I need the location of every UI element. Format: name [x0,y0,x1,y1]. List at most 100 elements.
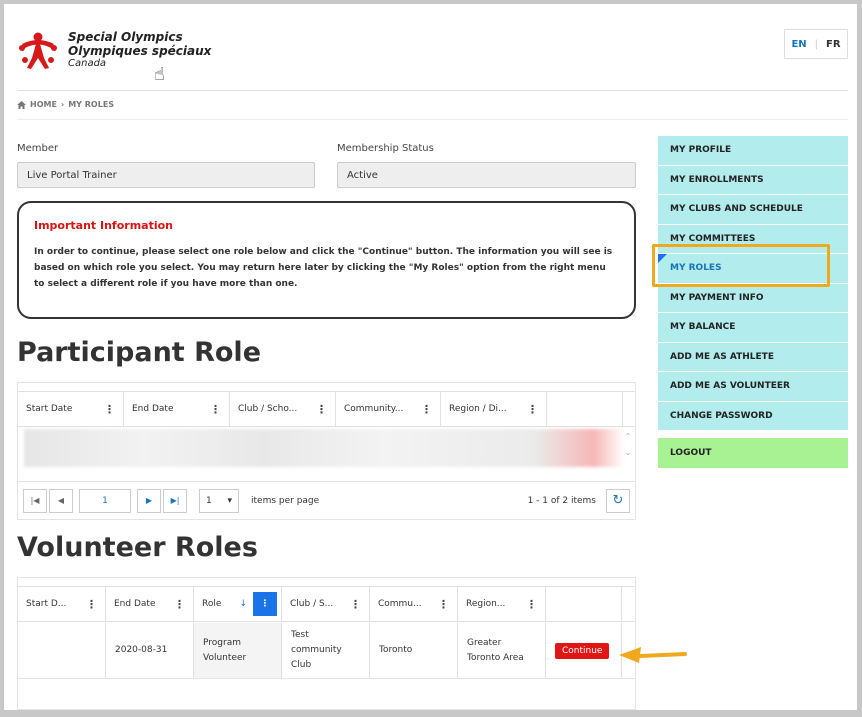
page-number-input[interactable]: 1 [79,488,131,513]
col-region[interactable]: Region... ⋮ [458,587,546,621]
blurred-row [24,429,624,467]
participant-pager: |◀ ◀ 1 ▶ ▶| 1 ▾ items per page 1 - 1 of 2… [17,482,636,520]
membership-status-label: Membership Status [337,143,434,154]
logout-button[interactable]: LOGOUT [658,438,848,468]
hand-cursor-icon: ☝ [154,64,165,85]
sort-arrow-icon: ↓ [239,599,247,609]
menu-item-my-enrollments[interactable]: MY ENROLLMENTS [658,165,848,195]
col-action [547,392,623,426]
lang-en-link[interactable]: EN [791,39,806,50]
breadcrumb-home[interactable]: HOME [30,100,57,109]
prev-page-button[interactable]: ◀ [49,488,73,513]
items-per-page-label: items per page [251,495,320,506]
menu-item-my-profile[interactable]: MY PROFILE [658,136,848,166]
breadcrumb-divider [17,119,848,120]
col-label: Role [202,599,222,609]
column-menu-icon[interactable]: ⋮ [421,403,432,416]
col-club[interactable]: Club / S... ⋮ [282,587,370,621]
next-page-button[interactable]: ▶ [137,488,161,513]
special-olympics-logo-icon [19,32,57,69]
column-menu-icon[interactable]: ⋮ [527,403,538,416]
col-action [546,587,622,621]
col-club[interactable]: Club / Scho... ⋮ [230,392,336,426]
cell-action: Continue [546,623,622,678]
col-end-date[interactable]: End Date ⋮ [124,392,230,426]
col-label: Start Date [26,404,73,414]
cell-role: Program Volunteer [194,623,282,678]
column-menu-icon[interactable]: ⋮ [253,592,277,616]
annotation-arrow-icon [619,647,687,663]
col-label: End Date [114,599,156,609]
cell-start-date [18,623,106,678]
col-label: Club / Scho... [238,404,298,414]
col-community[interactable]: Community... ⋮ [336,392,441,426]
important-info-box: Important Information In order to contin… [17,201,636,319]
brand-name-en: Special Olympics [68,30,183,44]
brand-country: Canada [68,58,107,69]
breadcrumb-current: MY ROLES [68,100,115,109]
column-menu-icon[interactable]: ⋮ [104,403,115,416]
column-menu-icon[interactable]: ⋮ [210,403,221,416]
highlight-box [652,244,830,287]
breadcrumb-separator: › [60,100,65,109]
menu-item-add-me-as-athlete[interactable]: ADD ME AS ATHLETE [658,342,848,372]
menu-item-add-me-as-volunteer[interactable]: ADD ME AS VOLUNTEER [658,372,848,402]
col-start-date[interactable]: Start Date ⋮ [18,392,124,426]
column-menu-icon[interactable]: ⋮ [86,598,97,611]
lang-fr-link[interactable]: FR [826,39,841,50]
column-menu-icon[interactable]: ⋮ [350,598,361,611]
cell-region: Greater Toronto Area [458,623,546,678]
volunteer-grid: Start D... ⋮ End Date ⋮ Role ↓ ⋮ Club / S...… [17,577,636,710]
col-label: Region... [466,599,506,609]
col-end-date[interactable]: End Date ⋮ [106,587,194,621]
page-size-value: 1 [206,495,212,506]
col-label: Club / S... [290,599,334,609]
menu-item-change-password[interactable]: CHANGE PASSWORD [658,401,848,431]
col-label: Commu... [378,599,422,609]
col-label: Start D... [26,599,67,609]
cell-club: Test community Club [282,623,370,678]
participant-grid-header: Start Date ⋮ End Date ⋮ Club / Scho... ⋮ Co… [18,391,635,427]
menu-item-my-clubs-and-schedule[interactable]: MY CLUBS AND SCHEDULE [658,195,848,225]
membership-status-field[interactable]: Active [337,162,636,188]
col-start-date[interactable]: Start D... ⋮ [18,587,106,621]
column-menu-icon[interactable]: ⋮ [438,598,449,611]
col-label: Region / Di... [449,404,507,414]
first-page-button[interactable]: |◀ [23,488,47,513]
menu-item-my-balance[interactable]: MY BALANCE [658,313,848,343]
items-range-label: 1 - 1 of 2 items [527,495,596,506]
col-label: End Date [132,404,174,414]
col-community[interactable]: Commu... ⋮ [370,587,458,621]
menu-item-my-payment-info[interactable]: MY PAYMENT INFO [658,283,848,313]
col-region[interactable]: Region / Di... ⋮ [441,392,547,426]
page-frame: Special Olympics Olympiques spéciaux Can… [4,4,857,710]
header-divider [17,90,848,91]
volunteer-roles-title: Volunteer Roles [17,532,258,563]
language-switcher: EN | FR [784,29,848,59]
col-role[interactable]: Role ↓ ⋮ [194,587,282,621]
page-size-select[interactable]: 1 ▾ [199,488,239,513]
cell-end-date: 2020-08-31 [106,623,194,678]
info-text: In order to continue, please select one … [34,247,613,289]
lang-separator: | [814,38,819,50]
home-icon [17,100,26,109]
column-menu-icon[interactable]: ⋮ [174,598,185,611]
refresh-icon[interactable]: ↻ [606,488,630,513]
column-menu-icon[interactable]: ⋮ [526,598,537,611]
cell-community: Toronto [370,623,458,678]
volunteer-grid-header: Start D... ⋮ End Date ⋮ Role ↓ ⋮ Club / S...… [18,586,635,622]
member-field[interactable]: Live Portal Trainer [17,162,315,188]
col-label: Community... [344,404,404,414]
breadcrumb: HOME › MY ROLES [17,100,114,109]
chevron-down-icon: ▾ [227,495,232,506]
column-menu-icon[interactable]: ⋮ [316,403,327,416]
member-label: Member [17,143,59,154]
table-row: 2020-08-31 Program Volunteer Test commun… [18,623,635,679]
participant-grid: Start Date ⋮ End Date ⋮ Club / Scho... ⋮ Co… [17,382,636,482]
continue-button[interactable]: Continue [555,642,610,659]
last-page-button[interactable]: ▶| [163,488,187,513]
participant-role-title: Participant Role [17,337,262,368]
info-title: Important Information [34,219,174,232]
brand-name-fr: Olympiques spéciaux [68,44,212,58]
grid-scrollbar[interactable]: ⌃ ⌄ [623,429,633,467]
